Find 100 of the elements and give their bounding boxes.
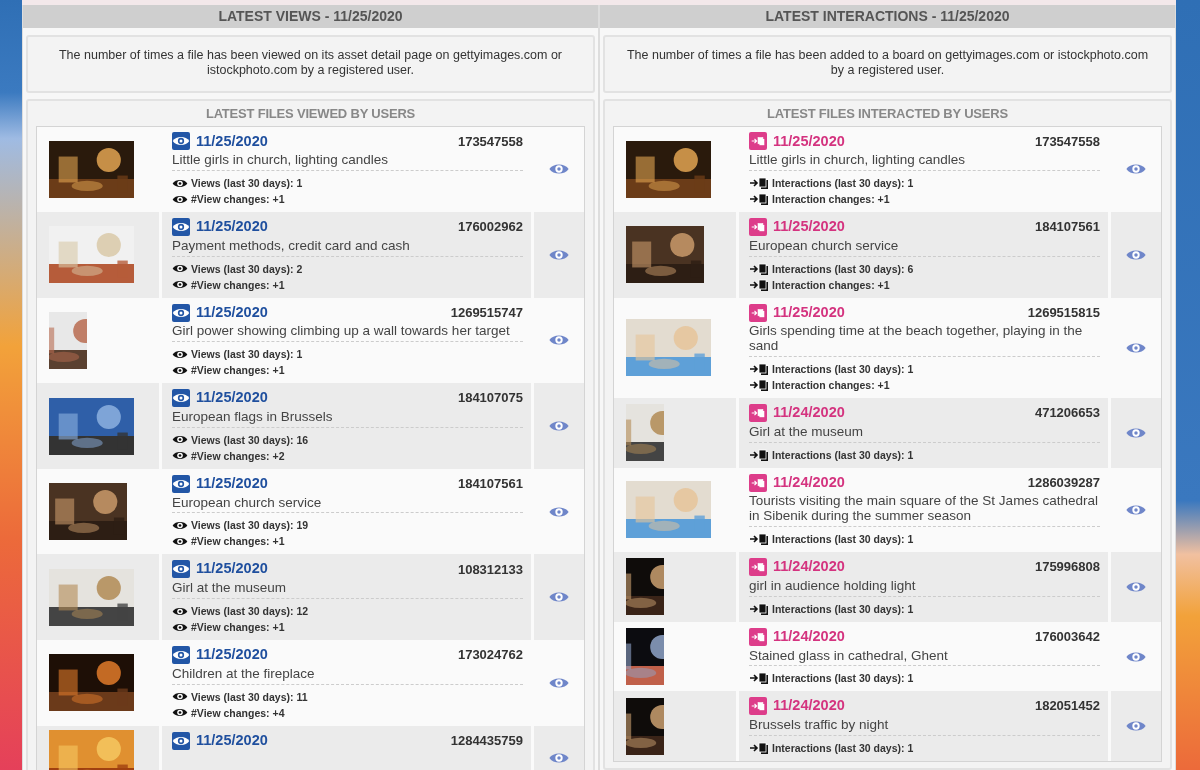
view-icon[interactable] — [1125, 162, 1147, 177]
add-to-board-icon — [749, 447, 769, 462]
file-title: Children at the fireplace — [172, 665, 523, 685]
stat-text: #View changes: +1 — [191, 534, 285, 550]
file-id: 1269515747 — [450, 303, 523, 322]
date-text: 11/25/2020 — [196, 388, 268, 408]
date-text: 11/25/2020 — [196, 473, 268, 493]
add-to-board-icon — [749, 627, 767, 646]
file-id: 173547558 — [1034, 132, 1100, 151]
view-icon[interactable] — [1125, 502, 1147, 517]
eye-icon — [172, 364, 188, 376]
date-text: 11/25/2020 — [773, 217, 845, 237]
file-id: 1286039287 — [1027, 473, 1100, 492]
add-to-board-icon — [749, 303, 767, 322]
eye-icon — [172, 132, 190, 151]
file-title: European flags in Brussels — [172, 409, 523, 428]
add-to-board-icon — [749, 601, 769, 616]
file-id: 184107561 — [1034, 218, 1100, 237]
add-to-board-icon — [749, 261, 769, 276]
view-icon[interactable] — [548, 162, 570, 177]
file-title: Stained glass in cathedral, Ghent — [749, 647, 1100, 667]
view-icon[interactable] — [1125, 649, 1147, 664]
eye-icon — [172, 691, 188, 703]
stat-text: Interactions (last 30 days): 1 — [772, 601, 914, 617]
stat-text: Interaction changes: +1 — [772, 378, 890, 394]
view-icon[interactable] — [548, 590, 570, 605]
date-text: 11/24/2020 — [773, 626, 845, 646]
stat-text: Views (last 30 days): 19 — [191, 518, 309, 534]
file-title: Girl power showing climbing up a wall towards her target — [172, 323, 523, 343]
eye-icon — [172, 434, 188, 446]
file-title: Girl at the museum — [172, 580, 523, 600]
list-title: LATEST FILES VIEWED BY USERS — [204, 105, 417, 123]
add-to-board-icon — [749, 217, 767, 236]
eye-icon — [172, 348, 188, 360]
file-title: Little girls in church, lighting candles — [749, 152, 1100, 172]
date-text: 11/25/2020 — [196, 131, 268, 151]
view-icon[interactable] — [1125, 425, 1147, 440]
stat-text: Views (last 30 days): 12 — [191, 604, 309, 620]
section-header: LATEST INTERACTIONS - 11/25/2020 — [600, 5, 1175, 28]
file-id: 1284435759 — [450, 731, 523, 750]
file-id: 1269515815 — [1027, 303, 1100, 322]
stat-text: Views (last 30 days): 1 — [191, 176, 303, 192]
file-id: 173547558 — [457, 132, 523, 151]
file-title: European church service — [749, 237, 1100, 257]
view-icon[interactable] — [1125, 719, 1147, 734]
file-title: Payment methods, credit card and cash — [172, 237, 523, 257]
stat-text: #View changes: +1 — [191, 363, 285, 379]
view-icon[interactable] — [548, 419, 570, 434]
stat-text: Interactions (last 30 days): 1 — [772, 447, 914, 463]
date-text: 11/25/2020 — [196, 302, 268, 322]
stat-text: #View changes: +4 — [191, 705, 285, 721]
eye-icon — [172, 535, 188, 547]
stat-text: Views (last 30 days): 11 — [191, 689, 308, 705]
add-to-board-icon — [749, 277, 769, 292]
date-text: 11/24/2020 — [773, 557, 845, 577]
add-to-board-icon — [749, 362, 769, 377]
date-text: 11/24/2020 — [773, 696, 845, 716]
add-to-board-icon — [749, 132, 767, 151]
date-text: 11/25/2020 — [196, 645, 268, 665]
eye-icon — [172, 217, 190, 236]
file-title: Girls spending time at the beach together, playing in the sand — [749, 323, 1100, 358]
eye-icon — [172, 707, 188, 719]
stat-text: Interactions (last 30 days): 1 — [772, 176, 914, 192]
stat-text: Interactions (last 30 days): 6 — [772, 261, 914, 277]
add-to-board-icon — [749, 378, 769, 393]
add-to-board-icon — [749, 473, 767, 492]
eye-icon — [172, 731, 190, 750]
date-text: 11/25/2020 — [196, 559, 268, 579]
file-id: 173024762 — [457, 646, 523, 665]
eye-icon — [172, 519, 188, 531]
stat-text: Interaction changes: +1 — [772, 277, 890, 293]
stat-text: #View changes: +1 — [191, 620, 285, 636]
view-icon[interactable] — [548, 504, 570, 519]
view-icon[interactable] — [1125, 340, 1147, 355]
view-icon[interactable] — [548, 751, 570, 766]
date-text: 11/24/2020 — [773, 472, 845, 492]
view-icon[interactable] — [548, 333, 570, 348]
view-icon[interactable] — [1125, 247, 1147, 262]
stat-text: Views (last 30 days): 16 — [191, 432, 309, 448]
view-icon[interactable] — [548, 247, 570, 262]
stat-text: Views (last 30 days): 2 — [191, 261, 303, 277]
date-text: 11/25/2020 — [196, 217, 268, 237]
view-icon[interactable] — [548, 675, 570, 690]
stat-text: #View changes: +2 — [191, 448, 285, 464]
eye-icon — [172, 474, 190, 493]
eye-icon — [172, 303, 190, 322]
file-id: 176002962 — [457, 218, 523, 237]
list-title: LATEST FILES INTERACTED BY USERS — [766, 105, 1009, 123]
description-text: The number of times a file has been viewed on its asset detail page on gettyimages.com or istockphoto.com by a registered user. — [26, 35, 595, 93]
file-id: 184107075 — [457, 389, 523, 408]
stat-text: Interaction changes: +1 — [772, 192, 890, 208]
view-icon[interactable] — [1125, 579, 1147, 594]
file-id: 182051452 — [1034, 697, 1100, 716]
date-text: 11/25/2020 — [773, 302, 845, 322]
file-id: 471206653 — [1034, 404, 1100, 423]
eye-icon — [172, 279, 188, 291]
date-text: 11/25/2020 — [773, 131, 845, 151]
file-title: Tourists visiting the main square of the St James cathedral in Sibenik during the summer season — [749, 493, 1100, 528]
eye-icon — [172, 621, 188, 633]
file-title: Brussels traffic by night — [749, 717, 1100, 736]
